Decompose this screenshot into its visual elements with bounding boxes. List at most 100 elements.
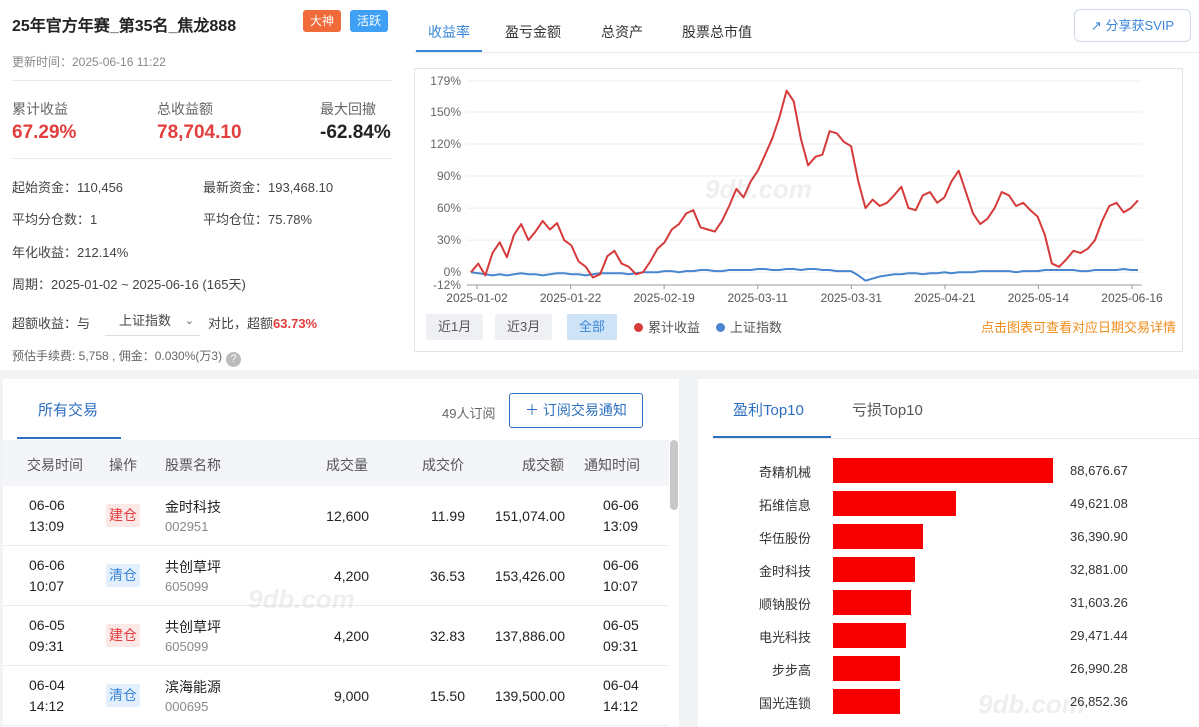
bar[interactable] [833, 689, 900, 714]
watermark: 9db.com [705, 174, 812, 204]
y-tick-label: 30% [437, 233, 461, 247]
col-notify-time: 通知时间 [584, 457, 640, 473]
subscribe-button[interactable]: ＋ 订阅交易通知 [509, 393, 643, 428]
x-tick-label: 2025-05-14 [1008, 291, 1070, 305]
stock-name[interactable]: 共创草坪 [165, 557, 221, 577]
share-icon: ↗︎ [1090, 18, 1106, 33]
bar[interactable] [833, 623, 906, 648]
update-time: 更新时间：2025-06-16 11:22 [12, 55, 166, 69]
bar-row[interactable]: 国光连锁 26,852.36 [698, 689, 1199, 715]
help-icon[interactable]: ? [226, 352, 242, 367]
bar-row[interactable]: 电光科技 29,471.44 [698, 623, 1199, 649]
table-row[interactable]: 06-05 09:31 建仓 共创草坪 605099 4,200 32.83 137,886.… [3, 606, 669, 666]
y-tick-label: 120% [430, 137, 461, 151]
bar[interactable] [833, 491, 956, 516]
bar-label: 国光连锁 [758, 696, 811, 711]
annual-return: 年化收益：212.14% [12, 245, 129, 260]
col-operation: 操作 [109, 457, 137, 473]
trade-price: 11.99 [431, 508, 465, 524]
avg-position: 平均仓位：75.78% [203, 212, 313, 227]
cum-return-label: 累计收益 [12, 101, 68, 117]
tab-return-rate[interactable]: 收益率 [428, 22, 470, 42]
bar[interactable] [833, 458, 1053, 483]
trade-amount: 151,074.00 [494, 508, 565, 524]
bar-label: 步步高 [771, 663, 811, 678]
max-drawdown-label: 最大回撤 [320, 101, 376, 117]
legend-label: 累计收益 [648, 320, 701, 335]
notify-time: 09:31 [603, 638, 639, 654]
tab-profit-loss[interactable]: 盈亏金额 [505, 22, 561, 42]
latest-capital: 最新资金：193,468.10 [203, 180, 334, 195]
table-row[interactable]: 06-04 14:12 清仓 滨海能源 000695 9,000 15.50 139,500.… [3, 666, 669, 726]
range-1m-button[interactable]: 近1月 [426, 314, 484, 340]
trade-volume: 4,200 [333, 568, 369, 584]
trades-panel: 所有交易 49人订阅 ＋ 订阅交易通知 交易时间 操作 股票名称 成交量 成交价… [3, 379, 679, 727]
x-tick-label: 2025-06-16 [1101, 291, 1163, 305]
share-button[interactable]: ↗︎ 分享获SVIP [1074, 9, 1191, 42]
tab-loss-top10[interactable]: 亏损Top10 [852, 399, 923, 420]
stock-name[interactable]: 滨海能源 [165, 677, 221, 697]
trade-amount: 153,426.00 [494, 568, 565, 584]
notify-time: 14:12 [603, 698, 639, 714]
x-tick-label: 2025-02-19 [633, 291, 695, 305]
stock-name[interactable]: 金时科技 [165, 497, 221, 517]
scrollbar[interactable] [670, 440, 678, 510]
tab-all-trades[interactable]: 所有交易 [38, 399, 98, 420]
excess-mid: 对比，超额63.73% [208, 313, 317, 332]
bar-row[interactable]: 奇精机械 88,676.67 [698, 458, 1199, 484]
god-badge: 大神 [303, 10, 342, 32]
x-tick-label: 2025-01-22 [540, 291, 602, 305]
divider [12, 158, 393, 159]
return-chart[interactable]: 179% 150% 120% 90% 60% 30% 0% -12% 2025-01-02 202… [414, 68, 1183, 352]
trade-date: 06-06 [29, 497, 65, 513]
tab-total-assets[interactable]: 总资产 [601, 22, 643, 42]
bar[interactable] [833, 557, 915, 582]
cum-return-value: 67.29% [12, 122, 77, 143]
bar[interactable] [833, 524, 923, 549]
bar-row[interactable]: 步步高 26,990.28 [698, 656, 1199, 682]
operation-badge: 清仓 [106, 564, 140, 587]
tab-market-value[interactable]: 股票总市值 [682, 22, 752, 42]
index-select-value: 上证指数 [119, 313, 172, 328]
total-profit-label: 总收益额 [157, 101, 213, 117]
stock-code: 605099 [165, 579, 209, 594]
trade-time: 13:09 [29, 518, 65, 534]
start-capital: 起始资金：110,456 [12, 180, 124, 195]
fee-text: 预估手续费: 5,758 , 佣金：0.030%(万3) [12, 349, 223, 363]
trade-time: 10:07 [29, 578, 65, 594]
excess-value: 63.73% [273, 316, 318, 331]
legend-index[interactable]: 上证指数 [716, 317, 782, 336]
legend-label: 上证指数 [730, 320, 783, 335]
bar[interactable] [833, 656, 900, 681]
bar-row[interactable]: 顺钠股份 31,603.26 [698, 590, 1199, 616]
fee-info: 预估手续费: 5,758 , 佣金：0.030%(万3)? [12, 347, 242, 367]
index-select[interactable]: 上证指数 ⌄ [105, 306, 200, 336]
range-3m-button[interactable]: 近3月 [495, 314, 553, 340]
bar-value: 26,990.28 [1070, 661, 1128, 676]
legend-cum-return[interactable]: 累计收益 [634, 317, 700, 336]
notify-time: 10:07 [603, 578, 639, 594]
col-amount: 成交额 [522, 457, 564, 473]
y-tick-label: 60% [437, 201, 461, 215]
max-drawdown-value: -62.84% [320, 122, 391, 143]
notify-time: 13:09 [603, 518, 639, 534]
notify-date: 06-06 [603, 557, 639, 573]
trade-date: 06-04 [29, 677, 65, 693]
tab-profit-top10[interactable]: 盈利Top10 [733, 399, 804, 420]
bar-row[interactable]: 拓维信息 49,621.08 [698, 491, 1199, 517]
active-tab-underline [17, 437, 121, 439]
trade-price: 32.83 [429, 628, 465, 644]
excess-mid-text: 对比，超额 [208, 316, 274, 331]
active-badge: 活跃 [350, 10, 389, 32]
bar-row[interactable]: 华伍股份 36,390.90 [698, 524, 1199, 550]
trade-time: 09:31 [29, 638, 65, 654]
table-row[interactable]: 06-06 13:09 建仓 金时科技 002951 12,600 11.99 151,074… [3, 486, 669, 546]
bar-row[interactable]: 金时科技 32,881.00 [698, 557, 1199, 583]
stock-name[interactable]: 共创草坪 [165, 617, 221, 637]
divider [12, 80, 393, 81]
bar[interactable] [833, 590, 911, 615]
range-all-button[interactable]: 全部 [567, 314, 618, 340]
stock-code: 605099 [165, 639, 209, 654]
chart-hint: 点击图表可查看对应日期交易详情 [980, 320, 1176, 335]
legend-dot [634, 323, 643, 332]
